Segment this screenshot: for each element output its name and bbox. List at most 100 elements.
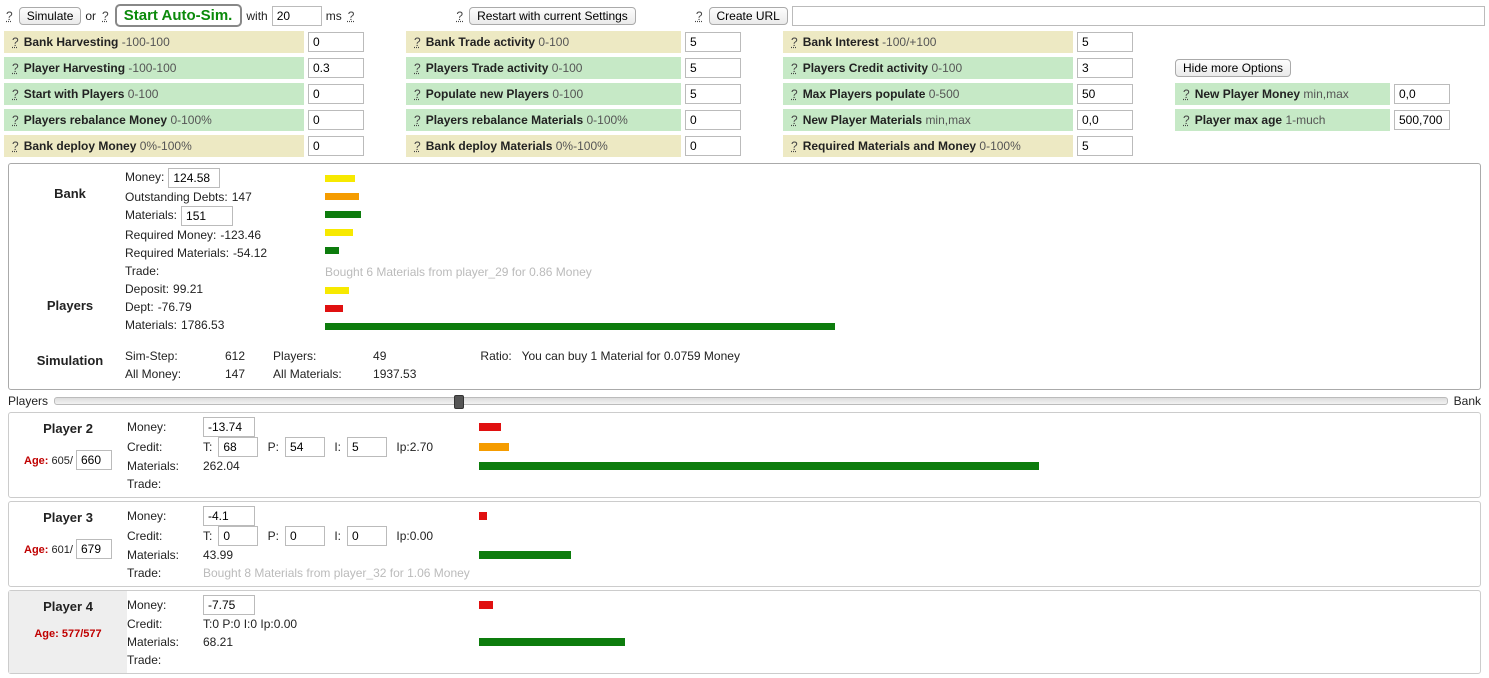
bank-money-input[interactable]: [168, 168, 220, 188]
bank-trade-label: Trade:: [125, 262, 159, 280]
help-icon[interactable]: ?: [1181, 87, 1192, 101]
player-materials-value: 262.04: [203, 457, 240, 475]
help-autosim[interactable]: ?: [100, 9, 111, 23]
credit-inline: T:0 P:0 I:0 Ip:0.00: [203, 615, 297, 633]
setting-input[interactable]: [308, 58, 364, 78]
help-icon[interactable]: ?: [1181, 113, 1192, 127]
setting-label: ?Populate new Players 0-100: [406, 83, 681, 105]
help-icon[interactable]: ?: [412, 35, 423, 49]
help-icon[interactable]: ?: [789, 139, 800, 153]
setting-input[interactable]: [1394, 84, 1450, 104]
setting-input[interactable]: [308, 110, 364, 130]
help-icon[interactable]: ?: [10, 35, 21, 49]
all-money-label: All Money:: [125, 365, 215, 383]
player-money-input[interactable]: [203, 417, 255, 437]
setting-input[interactable]: [308, 136, 364, 156]
url-output-input[interactable]: [792, 6, 1485, 26]
setting-input[interactable]: [1394, 110, 1450, 130]
help-icon[interactable]: ?: [789, 61, 800, 75]
setting-input[interactable]: [1077, 136, 1133, 156]
simulate-button[interactable]: Simulate: [19, 7, 82, 25]
setting-input[interactable]: [685, 110, 741, 130]
player-materials-bar: [479, 551, 571, 559]
player-money-input[interactable]: [203, 595, 255, 615]
player-money-input[interactable]: [203, 506, 255, 526]
setting-label: ?Players Trade activity 0-100: [406, 57, 681, 79]
credit-t-input[interactable]: [218, 437, 258, 457]
setting-label: ?Max Players populate 0-500: [783, 83, 1073, 105]
players-bank-slider[interactable]: [54, 397, 1448, 405]
bank-money-label: Money:: [125, 168, 164, 188]
help-icon[interactable]: ?: [10, 87, 21, 101]
slider-thumb[interactable]: [454, 395, 464, 409]
setting-input[interactable]: [1077, 32, 1133, 52]
players-dept-bar: [325, 305, 343, 312]
hide-more-options-button[interactable]: Hide more Options: [1175, 59, 1291, 77]
help-icon[interactable]: ?: [412, 87, 423, 101]
setting-label: ?Players rebalance Materials 0-100%: [406, 109, 681, 131]
all-money-value: 147: [225, 365, 245, 383]
setting-label: ?Bank deploy Money 0%-100%: [4, 135, 304, 157]
bank-reqmat-value: -54.12: [233, 244, 267, 262]
restart-button[interactable]: Restart with current Settings: [469, 7, 636, 25]
ms-label: ms: [326, 9, 342, 23]
setting-input[interactable]: [685, 136, 741, 156]
credit-p-input[interactable]: [285, 526, 325, 546]
all-materials-label: All Materials:: [273, 365, 363, 383]
players-deposit-bar: [325, 287, 349, 294]
credit-i-input[interactable]: [347, 437, 387, 457]
help-icon[interactable]: ?: [412, 61, 423, 75]
setting-input[interactable]: [1077, 84, 1133, 104]
help-restart[interactable]: ?: [454, 9, 465, 23]
players-count-value: 49: [373, 347, 416, 365]
sim-step-value: 612: [225, 347, 245, 365]
player-money-bar: [479, 512, 487, 520]
setting-input[interactable]: [685, 58, 741, 78]
slider-right-label: Bank: [1454, 394, 1481, 408]
bank-debts-label: Outstanding Debts:: [125, 188, 228, 206]
setting-input[interactable]: [308, 32, 364, 52]
bank-materials-input[interactable]: [181, 206, 233, 226]
setting-label: ?Required Materials and Money 0-100%: [783, 135, 1073, 157]
setting-label: ?Bank Trade activity 0-100: [406, 31, 681, 53]
help-icon[interactable]: ?: [789, 35, 800, 49]
bank-reqmat-bar: [325, 247, 339, 254]
setting-input[interactable]: [1077, 58, 1133, 78]
overview-panel: Bank Money: Outstanding Debts: 147 Mater…: [8, 163, 1481, 390]
players-materials-label: Materials:: [125, 316, 177, 334]
help-icon[interactable]: ?: [412, 139, 423, 153]
player-age-max-input[interactable]: [76, 450, 112, 470]
setting-label: ?Player Harvesting -100-100: [4, 57, 304, 79]
help-icon[interactable]: ?: [789, 87, 800, 101]
setting-input[interactable]: [685, 32, 741, 52]
help-icon[interactable]: ?: [10, 113, 21, 127]
bank-reqmoney-bar: [325, 229, 353, 236]
setting-input[interactable]: [308, 84, 364, 104]
start-auto-sim-button[interactable]: Start Auto-Sim.: [115, 4, 243, 27]
ms-input[interactable]: [272, 6, 322, 26]
player-money-bar: [479, 601, 493, 609]
credit-i-input[interactable]: [347, 526, 387, 546]
help-icon[interactable]: ?: [789, 113, 800, 127]
player-age-max-input[interactable]: [76, 539, 112, 559]
sim-step-label: Sim-Step:: [125, 347, 215, 365]
setting-label: ?Players Credit activity 0-100: [783, 57, 1073, 79]
setting-label: ?Bank deploy Materials 0%-100%: [406, 135, 681, 157]
bank-materials-bar: [325, 211, 361, 218]
setting-label: ?New Player Materials min,max: [783, 109, 1073, 131]
setting-input[interactable]: [685, 84, 741, 104]
player-trade-text: Bought 8 Materials from player_32 for 1.…: [203, 564, 1480, 582]
help-icon[interactable]: ?: [10, 139, 21, 153]
credit-p-input[interactable]: [285, 437, 325, 457]
bank-reqmoney-value: -123.46: [220, 226, 261, 244]
help-icon[interactable]: ?: [10, 61, 21, 75]
credit-t-input[interactable]: [218, 526, 258, 546]
bank-debts-bar: [325, 193, 359, 200]
help-simulate[interactable]: ?: [4, 9, 15, 23]
help-ms[interactable]: ?: [346, 9, 357, 23]
create-url-button[interactable]: Create URL: [709, 7, 788, 25]
help-createurl[interactable]: ?: [694, 9, 705, 23]
setting-input[interactable]: [1077, 110, 1133, 130]
help-icon[interactable]: ?: [412, 113, 423, 127]
players-dept-value: -76.79: [158, 298, 192, 316]
